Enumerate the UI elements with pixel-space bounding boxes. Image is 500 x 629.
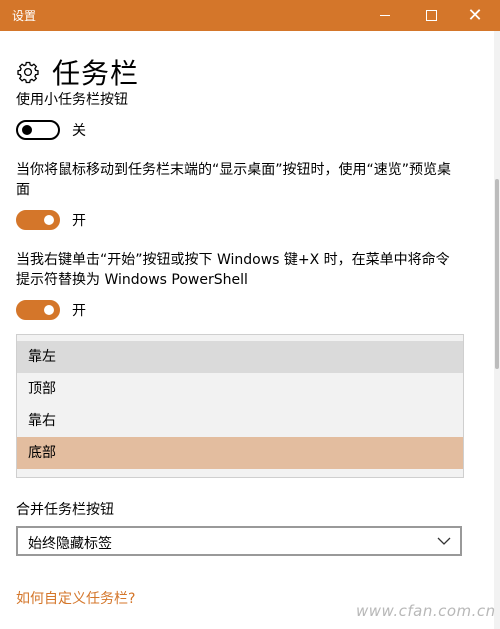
- list-item-right[interactable]: 靠右: [17, 405, 463, 437]
- vertical-scrollbar[interactable]: [494, 31, 500, 629]
- list-item-left[interactable]: 靠左: [17, 341, 463, 373]
- combine-buttons-value: 始终隐藏标签: [28, 536, 112, 552]
- close-button[interactable]: ✕: [452, 0, 498, 31]
- watermark: www.cfan.com.cn: [356, 602, 496, 620]
- taskbar-location-list[interactable]: 靠左 顶部 靠右 底部: [16, 334, 464, 478]
- customize-taskbar-link[interactable]: 如何自定义任务栏?: [16, 588, 135, 608]
- list-item-top[interactable]: 顶部: [17, 373, 463, 405]
- peek-desktop-toggle[interactable]: [16, 210, 60, 230]
- close-icon: ✕: [467, 4, 483, 26]
- minimize-button[interactable]: [362, 0, 408, 31]
- powershell-replace-toggle[interactable]: [16, 300, 60, 320]
- page-header: 任务栏: [16, 52, 139, 92]
- maximize-button[interactable]: [408, 0, 454, 31]
- toggle-knob: [22, 125, 32, 135]
- powershell-replace-state: 开: [72, 303, 86, 319]
- toggle-knob: [44, 215, 54, 225]
- title-bar: 设置 ✕: [0, 0, 500, 31]
- small-taskbar-buttons-state: 关: [72, 123, 86, 139]
- toggle-knob: [44, 305, 54, 315]
- powershell-replace-label: 当我右键单击“开始”按钮或按下 Windows 键+X 时，在菜单中将命令提示符…: [16, 252, 450, 288]
- page-title: 任务栏: [52, 57, 140, 90]
- list-item-bottom[interactable]: 底部: [17, 437, 463, 469]
- small-taskbar-buttons-toggle[interactable]: [16, 120, 60, 140]
- small-taskbar-buttons-label: 使用小任务栏按钮: [16, 92, 128, 108]
- gear-icon: [17, 61, 39, 84]
- peek-desktop-state: 开: [72, 213, 86, 229]
- combine-buttons-dropdown[interactable]: 始终隐藏标签: [16, 526, 462, 556]
- scrollbar-thumb[interactable]: [495, 179, 499, 369]
- peek-desktop-label: 当你将鼠标移动到任务栏末端的“显示桌面”按钮时，使用“速览”预览桌面: [16, 162, 452, 198]
- minimize-icon: [380, 15, 390, 16]
- window-title: 设置: [12, 9, 37, 23]
- chevron-down-icon: [437, 537, 451, 545]
- combine-buttons-label: 合并任务栏按钮: [16, 502, 114, 518]
- maximize-icon: [425, 10, 437, 21]
